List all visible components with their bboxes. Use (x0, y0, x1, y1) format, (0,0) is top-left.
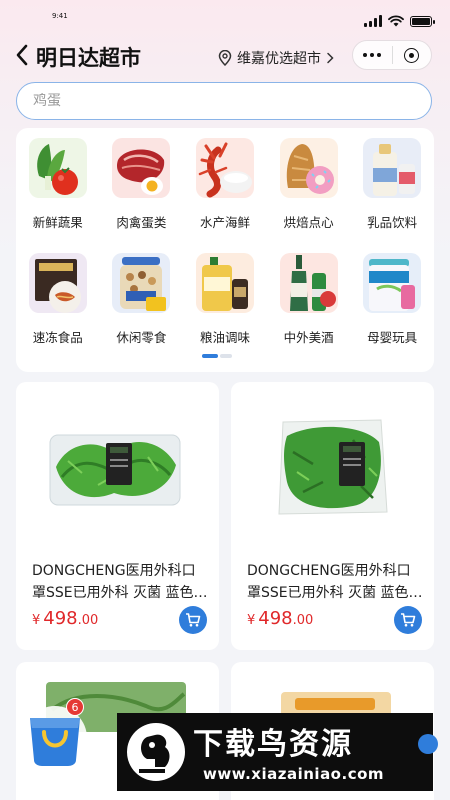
snacks-icon (112, 253, 171, 313)
price-decimal: .00 (292, 613, 314, 628)
pager-dot-active[interactable] (202, 354, 218, 358)
pager-dot[interactable] (220, 354, 232, 358)
price-integer: 498 (258, 608, 293, 629)
meat-egg-icon (112, 138, 171, 198)
wifi-icon (388, 15, 404, 27)
store-selector[interactable]: 维嘉优选超市 (218, 48, 334, 68)
category-label: 休闲零食 (116, 330, 167, 345)
grain-oil-icon (195, 253, 254, 313)
category-label: 母婴玩具 (367, 330, 418, 345)
category-label: 水产海鲜 (199, 215, 250, 230)
category-item-liquor[interactable]: 中外美酒 (267, 247, 351, 362)
category-pager (202, 354, 232, 358)
battery-icon (410, 15, 435, 27)
category-panel: 新鲜蔬果 肉禽蛋类 水产海鲜 烘焙点心 乳品饮料 速冻食品 休闲零食 粮油调味 … (16, 128, 434, 372)
watermark-title: 下载鸟资源 (193, 727, 353, 762)
close-mini-program-button[interactable] (393, 41, 432, 69)
watermark-url: www.xiazainiao.com (203, 765, 385, 783)
category-item-seafood[interactable]: 水产海鲜 (183, 132, 267, 247)
category-grid: 新鲜蔬果 肉禽蛋类 水产海鲜 烘焙点心 乳品饮料 速冻食品 休闲零食 粮油调味 … (16, 128, 434, 362)
category-item-dairy-drinks[interactable]: 乳品饮料 (350, 132, 434, 247)
page-title: 明日达超市 (36, 46, 141, 70)
category-item-baby-toys[interactable]: 母婴玩具 (350, 247, 434, 362)
status-time: 9:41 (52, 12, 68, 20)
category-label: 烘焙点心 (283, 215, 334, 230)
category-label: 肉禽蛋类 (116, 215, 167, 230)
cart-count-badge: 6 (66, 698, 84, 716)
category-label: 粮油调味 (199, 330, 250, 345)
add-to-cart-button[interactable] (179, 606, 207, 634)
more-dots-icon (363, 53, 382, 57)
category-item-fresh-produce[interactable]: 新鲜蔬果 (16, 132, 100, 247)
category-label: 中外美酒 (283, 330, 334, 345)
category-label: 乳品饮料 (367, 215, 418, 230)
category-label: 速冻食品 (32, 330, 83, 345)
product-name: DONGCHENG医用外科口罩SSE已用外科 灭菌 蓝色 10只 (247, 563, 411, 601)
frozen-food-icon (28, 253, 87, 313)
signal-icon (364, 15, 382, 27)
price-integer: 498 (43, 608, 78, 629)
product-image (231, 382, 434, 552)
chevron-left-icon (16, 44, 28, 66)
product-name: DONGCHENG医用外科口罩SSE已用外科 灭菌 蓝色 10只 (32, 563, 196, 601)
cart-icon (186, 613, 201, 627)
price-currency: ¥ (32, 613, 41, 628)
dairy-drink-icon (363, 138, 422, 198)
bakery-icon (279, 138, 338, 198)
category-item-bakery[interactable]: 烘焙点心 (267, 132, 351, 247)
location-pin-icon (218, 50, 232, 66)
category-item-snacks[interactable]: 休闲零食 (100, 247, 184, 362)
price-decimal: .00 (77, 613, 99, 628)
bird-logo-icon (127, 723, 185, 781)
product-image (16, 382, 219, 552)
search-input[interactable] (33, 93, 415, 109)
product-price: ¥ 498 .00 (32, 608, 98, 629)
search-bar (16, 82, 432, 120)
category-item-frozen-food[interactable]: 速冻食品 (16, 247, 100, 362)
baby-toy-icon (363, 253, 422, 313)
category-item-grain-oil[interactable]: 粮油调味 (183, 247, 267, 362)
seafood-icon (195, 138, 254, 198)
chevron-right-icon (327, 52, 334, 64)
back-button[interactable] (10, 41, 34, 69)
store-name: 维嘉优选超市 (237, 51, 321, 67)
side-float-button[interactable] (418, 734, 438, 754)
watermark-banner: 下载鸟资源 www.xiazainiao.com (117, 713, 433, 791)
category-label: 新鲜蔬果 (32, 215, 83, 230)
product-price: ¥ 498 .00 (247, 608, 313, 629)
more-button[interactable] (353, 41, 392, 69)
status-bar: 9:41 (0, 0, 450, 34)
product-card[interactable]: DONGCHENG医用外科口罩SSE已用外科 灭菌 蓝色 10只 ¥ 498 .… (16, 382, 219, 650)
category-item-meat-eggs[interactable]: 肉禽蛋类 (100, 132, 184, 247)
cart-icon (401, 613, 416, 627)
add-to-cart-button[interactable] (394, 606, 422, 634)
mini-program-capsule (352, 40, 432, 70)
vegetables-icon (28, 138, 87, 198)
status-icons (364, 15, 435, 27)
nav-bar: 明日达超市 维嘉优选超市 (0, 36, 450, 76)
product-card[interactable]: DONGCHENG医用外科口罩SSE已用外科 灭菌 蓝色 10只 ¥ 498 .… (231, 382, 434, 650)
target-icon (404, 47, 420, 63)
liquor-icon (279, 253, 338, 313)
price-currency: ¥ (247, 613, 256, 628)
